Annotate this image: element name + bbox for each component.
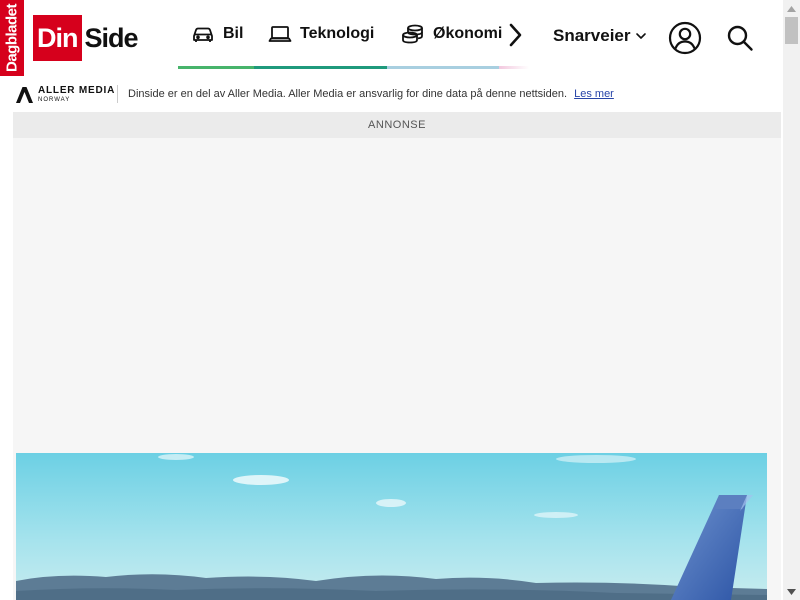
- search-icon[interactable]: [726, 24, 754, 52]
- chevron-down-icon: [635, 33, 646, 39]
- car-icon: [193, 27, 213, 42]
- nav-item-okonomi[interactable]: Økonomi: [401, 20, 502, 48]
- triangle-down-icon: [787, 588, 796, 595]
- nav-label-teknologi: Teknologi: [300, 25, 375, 42]
- nav-fade-overlay: [524, 26, 544, 44]
- aller-media-logo[interactable]: ALLER MEDIA NORWAY: [16, 86, 115, 103]
- scroll-up-button[interactable]: [783, 0, 800, 17]
- nav-item-teknologi[interactable]: Teknologi: [268, 20, 374, 48]
- dinside-logo-side: Side: [84, 23, 139, 53]
- aller-logo-name: ALLER MEDIA: [38, 85, 116, 96]
- airplane-tail-photo: [16, 453, 767, 600]
- nav-underline-next: [499, 66, 529, 69]
- triangle-up-icon: [787, 5, 796, 12]
- coins-icon: [402, 24, 423, 44]
- nav-underline-teknologi: [254, 66, 387, 69]
- chevron-right-icon[interactable]: [505, 22, 525, 48]
- read-more-link[interactable]: Les mer: [574, 88, 614, 100]
- dinside-logo-din: Din: [33, 15, 82, 61]
- aller-logo-sub: NORWAY: [38, 97, 71, 103]
- dagbladet-logo-text: Dagbladet: [3, 3, 21, 73]
- dinside-logo[interactable]: Din Side: [33, 15, 139, 61]
- nav-label-bil: Bil: [223, 25, 244, 42]
- article-hero-image[interactable]: [16, 453, 767, 600]
- aller-a-icon: [16, 86, 33, 103]
- scroll-down-button[interactable]: [783, 583, 800, 600]
- nav-underline-okonomi: [387, 66, 499, 69]
- nav-item-bil[interactable]: Bil: [191, 20, 243, 48]
- aller-media-bar: ALLER MEDIA NORWAY Dinside er en del av …: [0, 78, 783, 110]
- ad-label: ANNONSE: [13, 112, 781, 138]
- page-scrollbar[interactable]: [783, 0, 800, 600]
- ad-label-text: ANNONSE: [368, 119, 426, 131]
- shortcuts-label: Snarveier: [553, 26, 631, 45]
- site-header: Dagbladet Din Side Bil Teknologi Økonomi…: [0, 0, 783, 76]
- aller-info-text: Dinside er en del av Aller Media. Aller …: [128, 88, 614, 100]
- laptop-icon: [268, 26, 292, 42]
- aller-divider: [117, 85, 118, 103]
- page: Dagbladet Din Side Bil Teknologi Økonomi…: [0, 0, 800, 600]
- nav-label-okonomi: Økonomi: [433, 25, 503, 42]
- user-icon[interactable]: [668, 21, 702, 55]
- nav-underline-bil: [178, 66, 254, 69]
- aller-info-message: Dinside er en del av Aller Media. Aller …: [128, 88, 568, 100]
- aller-logo-text: ALLER MEDIA NORWAY: [38, 85, 116, 104]
- dagbladet-logo[interactable]: Dagbladet: [0, 0, 24, 76]
- shortcuts-button[interactable]: Snarveier: [553, 26, 647, 46]
- scroll-thumb[interactable]: [785, 17, 798, 44]
